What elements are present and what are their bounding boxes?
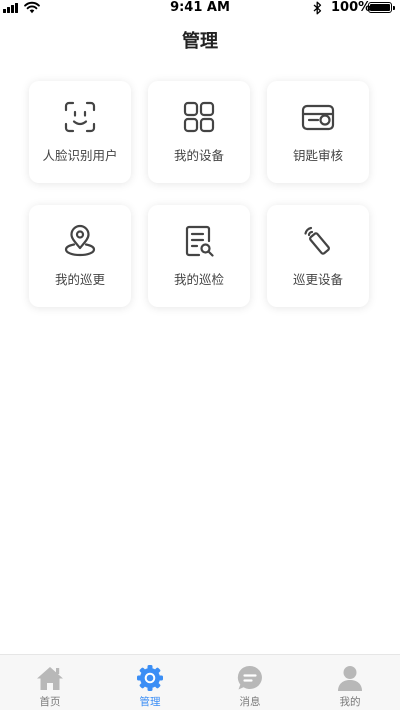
wireless-stick-icon xyxy=(301,224,335,258)
document-search-icon xyxy=(182,224,216,258)
battery-percent: 100% xyxy=(331,0,372,15)
tab-label: 我的 xyxy=(339,696,361,708)
home-icon xyxy=(36,664,64,692)
face-scan-icon xyxy=(63,100,97,134)
tab-profile[interactable]: 我的 xyxy=(300,655,400,711)
tab-label: 消息 xyxy=(239,696,261,708)
key-review-card[interactable]: 钥匙审核 xyxy=(267,81,369,183)
key-card-icon xyxy=(301,100,335,134)
card-label: 我的巡更 xyxy=(54,272,105,287)
status-bar: 9:41 AM 100% xyxy=(0,0,400,16)
gear-icon xyxy=(136,664,164,692)
card-label: 我的巡检 xyxy=(173,272,224,287)
page-title: 管理 xyxy=(182,31,218,52)
battery-icon xyxy=(368,2,395,13)
my-inspection-card[interactable]: 我的巡检 xyxy=(148,205,250,307)
tab-bar: 首页 管理 消息 我的 xyxy=(0,654,400,710)
card-label: 巡更设备 xyxy=(292,272,343,287)
my-patrol-card[interactable]: 我的巡更 xyxy=(29,205,131,307)
bluetooth-icon xyxy=(313,1,322,15)
face-recognition-users-card[interactable]: 人脸识别用户 xyxy=(29,81,131,183)
person-icon xyxy=(336,664,364,692)
tab-manage[interactable]: 管理 xyxy=(100,655,200,711)
my-devices-card[interactable]: 我的设备 xyxy=(148,81,250,183)
card-label: 我的设备 xyxy=(173,148,224,163)
grid-apps-icon xyxy=(182,100,216,134)
tab-home[interactable]: 首页 xyxy=(0,655,100,711)
tab-label: 首页 xyxy=(39,696,61,708)
patrol-devices-card[interactable]: 巡更设备 xyxy=(267,205,369,307)
location-pin-icon xyxy=(63,224,97,258)
card-label: 人脸识别用户 xyxy=(42,148,118,163)
tab-label: 管理 xyxy=(139,696,161,708)
tab-messages[interactable]: 消息 xyxy=(200,655,300,711)
chat-bubble-icon xyxy=(236,664,264,692)
card-label: 钥匙审核 xyxy=(292,148,343,163)
